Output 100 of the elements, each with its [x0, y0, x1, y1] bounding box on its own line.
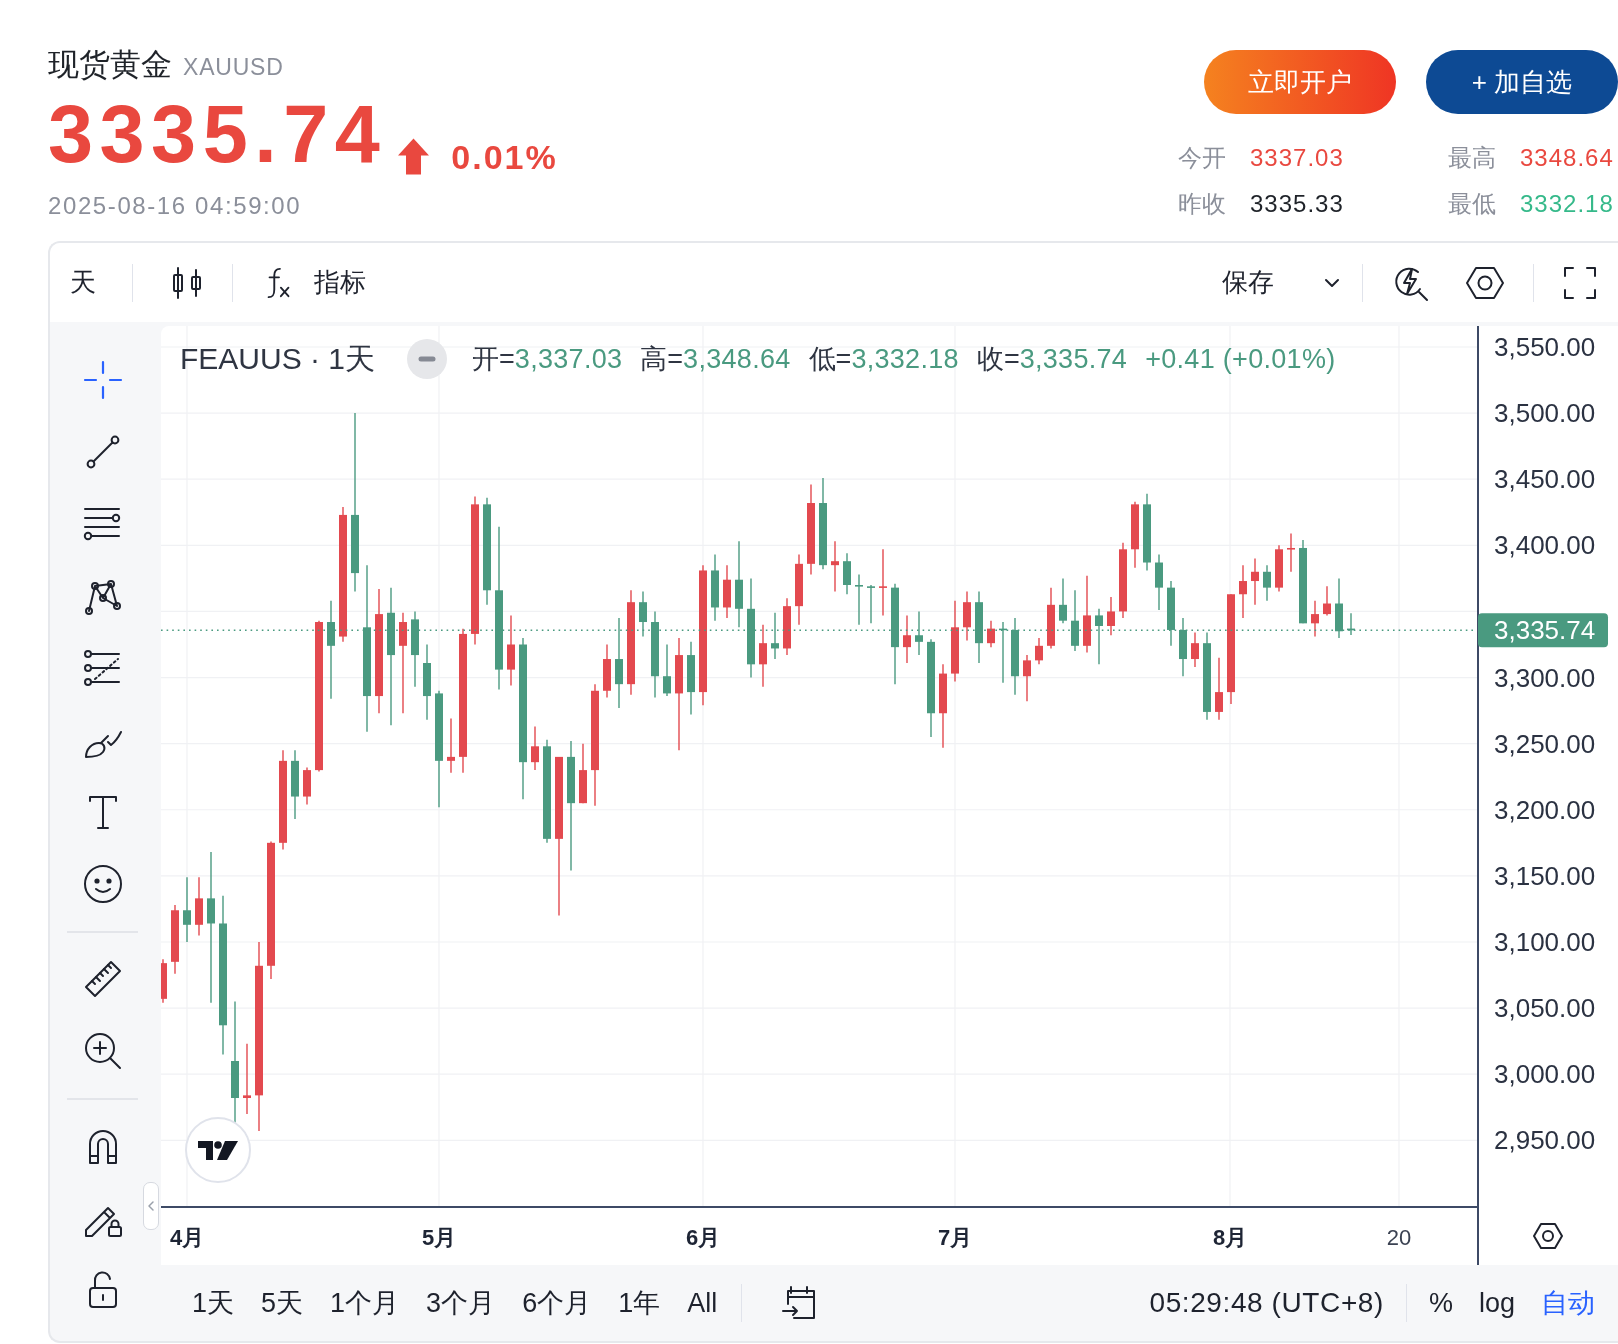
ohlc-label: 开= — [472, 343, 515, 376]
falling-candle — [843, 552, 851, 595]
rising-candle — [987, 620, 995, 648]
stat-value: 3337.03 — [1250, 144, 1345, 172]
rising-candle — [1323, 585, 1331, 617]
chevron-left-icon — [146, 1201, 156, 1211]
falling-candle — [1155, 553, 1163, 611]
logo-icon[interactable] — [185, 1117, 251, 1183]
rising-candle — [1239, 564, 1247, 619]
range-button[interactable]: 1年 — [618, 1285, 661, 1321]
rising-candle — [1047, 586, 1055, 650]
falling-candle — [183, 876, 191, 943]
falling-candle — [1167, 580, 1175, 647]
rising-candle — [195, 876, 203, 937]
stat-value: 3335.33 — [1250, 190, 1345, 218]
time-tick-label: 20 — [1386, 1224, 1412, 1250]
interval-button[interactable]: 天 — [70, 265, 96, 300]
watchlist-button[interactable]: + 加自选 — [1426, 50, 1618, 114]
rising-candle — [1191, 631, 1199, 668]
range-button[interactable]: All — [687, 1287, 718, 1319]
rising-candle — [1251, 557, 1259, 606]
ohlc-value: 3,337.03 — [514, 343, 623, 375]
falling-candle — [291, 749, 299, 820]
falling-candle — [1335, 577, 1343, 639]
price-tick-label: 3,200.00 — [1494, 794, 1596, 825]
rising-candle — [723, 564, 731, 619]
stat-value: 3332.18 — [1520, 190, 1615, 218]
ohlc-value: 3,332.18 — [851, 343, 959, 375]
price-tick-label: 3,000.00 — [1494, 1059, 1596, 1090]
rising-candle — [1287, 532, 1295, 573]
stat-label: 最低 — [1448, 189, 1497, 219]
instrument-symbol: XAUUSD — [183, 54, 284, 81]
last-price-badge: 3,335.74 — [1478, 613, 1608, 648]
time-tick-label: 4月 — [169, 1224, 205, 1250]
ohlc-label: 收= — [976, 343, 1020, 376]
range-button[interactable]: 3个月 — [426, 1285, 496, 1321]
falling-candle — [867, 584, 875, 625]
falling-candle — [1071, 589, 1079, 652]
instrument-name: 现货黄金 — [48, 46, 172, 84]
price-tick-label: 3,100.00 — [1494, 927, 1596, 957]
falling-candle — [663, 643, 671, 697]
legend-toggle-button[interactable] — [407, 339, 448, 379]
falling-candle — [639, 590, 647, 638]
falling-candle — [1095, 608, 1103, 666]
chart-title: FEAUUS · 1天 — [180, 340, 376, 377]
rising-candle — [879, 548, 887, 617]
save-button[interactable]: 保存 — [1222, 265, 1342, 300]
falling-candle — [1179, 617, 1187, 677]
stat-label: 最高 — [1448, 143, 1497, 173]
settings-icon[interactable] — [1533, 1223, 1563, 1249]
time-tick-label: 8月 — [1212, 1224, 1248, 1250]
price-tick-label: 2,950.00 — [1494, 1125, 1596, 1156]
range-button[interactable]: 1个月 — [330, 1285, 400, 1321]
scale-button[interactable]: log — [1478, 1287, 1515, 1319]
price-tick-label: 3,450.00 — [1494, 464, 1596, 495]
falling-candle — [915, 610, 923, 656]
rising-candle — [531, 725, 539, 771]
time-tick-label: 6月 — [685, 1224, 721, 1250]
price-tick-label: 3,550.00 — [1494, 332, 1596, 362]
ohlc-value: 3,335.74 — [1019, 343, 1128, 375]
price-tick-label: 3,400.00 — [1494, 530, 1596, 561]
falling-candle — [1263, 564, 1271, 602]
change-percent: 0.01% — [451, 138, 558, 176]
clock-text: 05:29:48 (UTC+8) — [1149, 1287, 1384, 1319]
ohlc-label: 低= — [808, 343, 852, 376]
price-tick-label: 3,250.00 — [1494, 728, 1596, 759]
rising-candle — [1311, 600, 1319, 638]
ohlc-label: 高= — [640, 343, 684, 376]
rising-candle — [1023, 654, 1031, 703]
range-button[interactable]: 6个月 — [522, 1285, 592, 1321]
time-tick-label: 5月 — [421, 1224, 457, 1250]
stat-label: 今开 — [1178, 143, 1227, 173]
collapse-handle[interactable] — [143, 1182, 159, 1230]
rising-candle — [603, 643, 611, 699]
falling-candle — [999, 621, 1007, 684]
range-button[interactable]: 1天 — [192, 1285, 235, 1321]
range-button[interactable]: 5天 — [261, 1285, 304, 1321]
rising-candle — [243, 1043, 251, 1115]
indicators-button[interactable]: 指标 — [262, 265, 366, 300]
falling-candle — [1059, 577, 1067, 625]
falling-candle — [855, 573, 863, 626]
rising-candle — [903, 614, 911, 664]
falling-candle — [1347, 612, 1355, 636]
price-tick-label: 3,150.00 — [1494, 860, 1596, 891]
scale-button[interactable]: 自动 — [1541, 1285, 1595, 1321]
rising-candle — [759, 623, 767, 688]
rising-candle — [161, 958, 167, 1004]
rising-candle — [1107, 596, 1115, 636]
rising-candle — [1131, 501, 1139, 569]
rising-candle — [1275, 544, 1283, 593]
rising-candle — [1215, 657, 1223, 721]
fullscreen-icon[interactable] — [1562, 264, 1598, 301]
rising-candle — [303, 766, 311, 806]
rising-candle — [783, 597, 791, 656]
scale-button[interactable]: % — [1428, 1287, 1453, 1319]
quote-time: 2025-08-16 04:59:00 — [48, 191, 303, 221]
rising-candle — [831, 540, 839, 593]
ohlc-value: 3,348.64 — [683, 343, 791, 375]
price-tick-label: 3,300.00 — [1494, 662, 1596, 693]
last-price: 3335.74 — [48, 94, 387, 174]
